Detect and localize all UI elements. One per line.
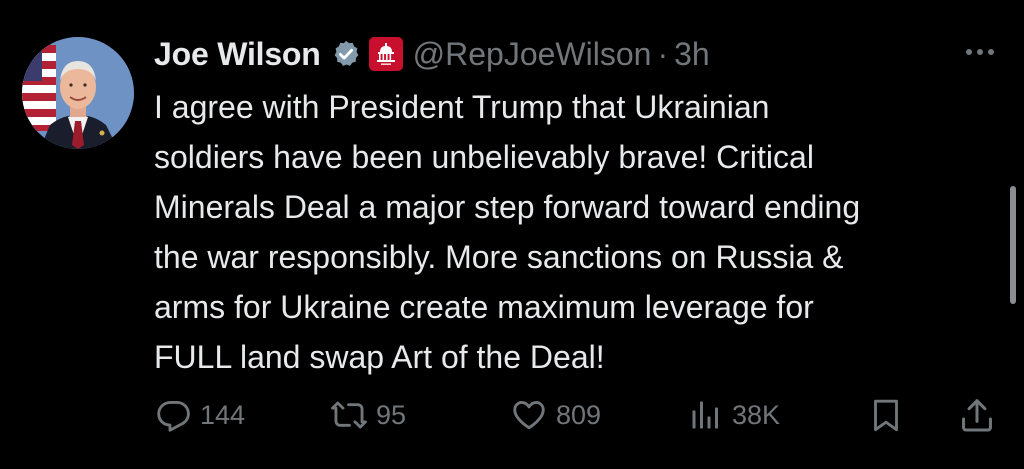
tweet-actions: 144 95 809 38K <box>152 390 1004 440</box>
tweet[interactable]: Joe Wilson @RepJoeWilson · 3h I agree wi… <box>0 0 1024 469</box>
separator-dot: · <box>657 35 669 72</box>
tweet-text-line: soldiers have been unbelievably brave! C… <box>154 139 814 175</box>
tweet-text-line: FULL land swap Art of the Deal! <box>154 339 605 375</box>
capitol-gop-affiliation-icon[interactable] <box>368 37 403 71</box>
views-bar-chart-icon <box>688 397 724 433</box>
tweet-text-line: the war responsibly. More sanctions on R… <box>154 239 844 275</box>
scrollbar[interactable] <box>1010 186 1016 304</box>
handle[interactable]: @RepJoeWilson <box>413 36 652 73</box>
tweet-text-line: I agree with President Trump that Ukrain… <box>154 89 770 125</box>
like-button[interactable]: 809 <box>510 390 601 440</box>
repost-icon <box>330 397 368 433</box>
like-count: 809 <box>556 399 602 430</box>
avatar[interactable] <box>22 37 134 149</box>
display-name[interactable]: Joe Wilson <box>154 36 321 73</box>
verified-badge-icon[interactable] <box>331 39 361 69</box>
views-button[interactable]: 38K <box>688 390 780 440</box>
bookmark-icon <box>868 396 904 434</box>
tweet-text: I agree with President Trump that Ukrain… <box>154 82 1014 382</box>
tweet-text-line: arms for Ukraine create maximum leverage… <box>154 289 814 325</box>
heart-icon <box>510 397 548 433</box>
views-count: 38K <box>732 399 781 430</box>
share-icon <box>958 396 996 434</box>
share-button[interactable] <box>958 390 996 440</box>
reply-icon <box>156 397 192 433</box>
reply-count: 144 <box>200 399 246 430</box>
tweet-text-line: Minerals Deal a major step forward towar… <box>154 189 861 225</box>
bookmark-button[interactable] <box>868 390 904 440</box>
more-options-icon[interactable] <box>960 40 1000 64</box>
repost-button[interactable]: 95 <box>330 390 406 440</box>
repost-count: 95 <box>376 399 407 430</box>
tweet-header: Joe Wilson @RepJoeWilson · 3h <box>154 30 710 78</box>
reply-button[interactable]: 144 <box>156 390 245 440</box>
timestamp[interactable]: 3h <box>674 36 710 73</box>
